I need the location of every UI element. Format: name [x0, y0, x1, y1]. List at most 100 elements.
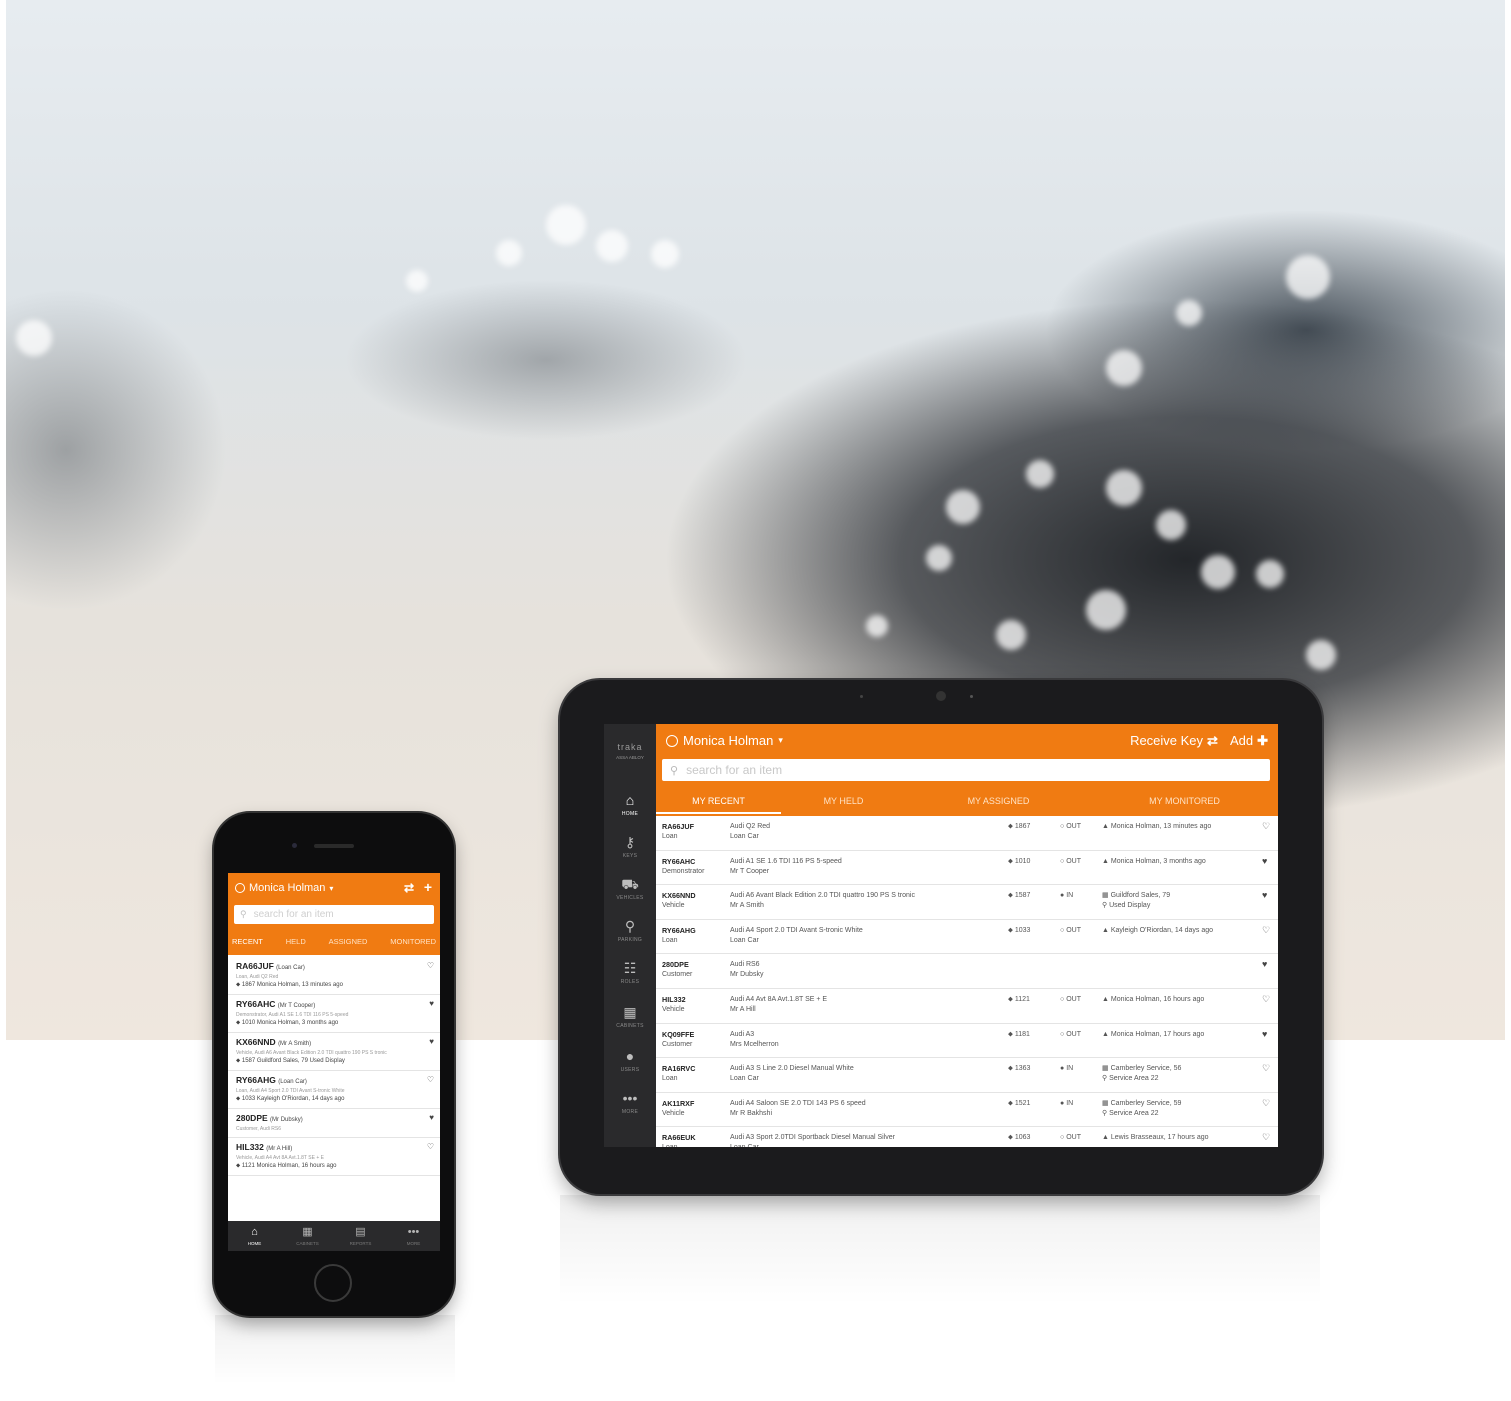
favorite-heart-icon[interactable]: ♡ [1262, 994, 1274, 1004]
table-row[interactable]: KQ09FFE Customer Audi A3 Mrs Mcelherron ⬥ 11… [656, 1024, 1278, 1059]
sidebar-item-parking[interactable]: ⚲ PARKING [604, 918, 656, 943]
tab-recent[interactable]: RECENT [232, 935, 263, 953]
search-input[interactable] [684, 762, 1189, 778]
key-cell: ⬥ 1867 [1008, 822, 1050, 832]
user-menu[interactable]: Monica Holman ▾ [235, 882, 333, 894]
bottom-nav-reports[interactable]: ▤ REPORTS [334, 1221, 387, 1251]
table-row[interactable]: HIL332 Vehicle Audi A4 Avt 8A Avt.1.8T SE … [656, 989, 1278, 1024]
home-button[interactable] [314, 1264, 352, 1302]
favorite-heart-icon[interactable]: ♥ [1262, 1029, 1274, 1039]
add-button[interactable]: Add ✚ [1230, 733, 1268, 749]
favorite-heart-icon[interactable]: ♡ [1262, 821, 1274, 831]
key-cell: ⬥ 1587 [1008, 891, 1050, 901]
tab-my-held[interactable]: MY HELD [781, 792, 906, 814]
item-meta-text: 1010 Monica Holman, 3 months ago [241, 1020, 339, 1026]
list-item[interactable]: KX66NND (Mr A Smith) Vehicle, Audi A6 Ava… [228, 1033, 440, 1071]
search-input[interactable] [251, 908, 416, 921]
list-item[interactable]: RY66AHC (Mr T Cooper) Demonstrator, Audi … [228, 995, 440, 1033]
tab-assigned[interactable]: ASSIGNED [329, 935, 368, 953]
item-subtitle: Loan, Audi Q2 Red [236, 974, 279, 980]
tab-held[interactable]: HELD [286, 935, 306, 953]
item-owner: Mr A Smith [730, 902, 764, 910]
sidebar-item-vehicles[interactable]: ⛟ VEHICLES [604, 876, 656, 901]
table-row[interactable]: 280DPE Customer Audi RS6 Mr Dubsky ♥ [656, 954, 1278, 989]
tab-my-monitored[interactable]: MY MONITORED [1091, 792, 1278, 814]
favorite-heart-icon[interactable]: ♥ [1262, 890, 1274, 900]
bottom-nav-label: HOME [247, 1241, 262, 1246]
sidebar-item-users[interactable]: ● USERS [604, 1048, 656, 1073]
receive-key-button[interactable]: ⇄ [404, 881, 414, 895]
bottom-nav-more[interactable]: ••• MORE [387, 1221, 440, 1251]
holder-cell: ▲ Kayleigh O'Riordan, 14 days ago [1102, 926, 1252, 936]
tab-my-assigned[interactable]: MY ASSIGNED [906, 792, 1091, 814]
status-cell: ● IN [1060, 1064, 1100, 1074]
bottom-nav-home[interactable]: ⌂ HOME [228, 1221, 281, 1251]
key-number: 1867 [1014, 823, 1031, 830]
favorite-heart-icon[interactable]: ♥ [1262, 959, 1274, 969]
favorite-heart-icon[interactable]: ♡ [1262, 1098, 1274, 1108]
item-type: Demonstrator [662, 867, 705, 875]
add-button[interactable]: + [424, 879, 432, 895]
sidebar-item-cabinets[interactable]: ▦ CABINETS [604, 1004, 656, 1029]
tablet-reflection [560, 1195, 1320, 1305]
sidebar-item-label: USERS [620, 1067, 640, 1073]
tag-icon: ⬥ [1008, 1030, 1015, 1038]
header: Monica Holman ▾ ⇄ + ⚲ RECENT HELD ASSIGN… [228, 873, 440, 955]
favorite-heart-icon[interactable]: ♡ [427, 1075, 434, 1084]
table-row[interactable]: RA16RVC Loan Audi A3 S Line 2.0 Diesel Man… [656, 1058, 1278, 1093]
location-text: Service Area 22 [1109, 1109, 1159, 1117]
table-row[interactable]: RA66EUKLoan Audi A3 Sport 2.0TDI Sportbac… [656, 1127, 1278, 1147]
key-number: 1521 [1014, 1099, 1031, 1107]
favorite-heart-icon[interactable]: ♡ [427, 1142, 434, 1151]
holder-cell: ▦ Guildford Sales, 79 ⚲ Used Display [1102, 891, 1252, 911]
tag-icon: ⬥ [1008, 1134, 1015, 1142]
sidebar-item-roles[interactable]: ☷ ROLES [604, 960, 656, 985]
table-row[interactable]: AK11RXF Vehicle Audi A4 Saloon SE 2.0 TDI … [656, 1093, 1278, 1128]
list-item[interactable]: HIL332 (Mr A Hill) Vehicle, Audi A4 Avt 8… [228, 1138, 440, 1176]
item-description: Audi Q2 Red [730, 823, 771, 830]
sidebar-item-keys[interactable]: ⚷ KEYS [604, 834, 656, 859]
receive-key-button[interactable]: Receive Key ⇄ [1130, 733, 1218, 749]
bottom-nav-label: REPORTS [349, 1241, 372, 1246]
favorite-heart-icon[interactable]: ♡ [1262, 1063, 1274, 1073]
item-subtitle: Vehicle, Audi A4 Avt 8A Avt.1.8T SE + E [236, 1155, 324, 1161]
sidebar-item-label: KEYS [622, 853, 638, 859]
key-status: OUT [1066, 1030, 1081, 1038]
users-group-icon: ☷ [623, 960, 637, 976]
tab-my-recent[interactable]: MY RECENT [656, 792, 781, 814]
user-icon: ▲ [1102, 1030, 1111, 1038]
user-icon: ▲ [1102, 1134, 1111, 1142]
list-item[interactable]: 280DPE (Mr Dubsky) Customer, Audi RS6 ♥ [228, 1109, 440, 1138]
list-item[interactable]: RA66JUF (Loan Car) Loan, Audi Q2 Red ⬥ 186… [228, 957, 440, 995]
item-holder: (Mr Dubsky) [270, 1117, 303, 1123]
favorite-heart-icon[interactable]: ♥ [429, 1113, 434, 1122]
favorite-heart-icon[interactable]: ♡ [427, 961, 434, 970]
favorite-heart-icon[interactable]: ♡ [1262, 1132, 1274, 1142]
sidebar-item-home[interactable]: ⌂ HOME [604, 792, 656, 817]
user-menu[interactable]: Monica Holman ▾ [666, 733, 783, 748]
item-id-cell: RA16RVC Loan [662, 1064, 724, 1084]
phone-screen: Monica Holman ▾ ⇄ + ⚲ RECENT HELD ASSIGN… [228, 873, 440, 1251]
favorite-heart-icon[interactable]: ♥ [1262, 856, 1274, 866]
item-id-cell: KQ09FFE Customer [662, 1030, 724, 1050]
description-cell: Audi Q2 Red Loan Car [730, 822, 1000, 842]
sidebar-item-more[interactable]: ••• MORE [604, 1090, 656, 1115]
item-holder: (Loan Car) [278, 1079, 307, 1085]
key-number: 1063 [1014, 1134, 1031, 1142]
caret-down-icon: ▾ [329, 883, 334, 893]
favorite-heart-icon[interactable]: ♡ [1262, 925, 1274, 935]
item-id: AK11RXF [662, 1098, 695, 1108]
swap-icon: ⇄ [1207, 733, 1218, 748]
key-status: OUT [1066, 926, 1081, 934]
table-row[interactable]: RY66AHC Demonstrator Audi A1 SE 1.6 TDI 11… [656, 851, 1278, 886]
tab-monitored[interactable]: MONITORED [390, 935, 436, 953]
bottom-nav-cabinets[interactable]: ▦ CABINETS [281, 1221, 334, 1251]
favorite-heart-icon[interactable]: ♥ [429, 999, 434, 1008]
table-row[interactable]: RY66AHG Loan Audi A4 Sport 2.0 TDI Avant S… [656, 920, 1278, 955]
favorite-heart-icon[interactable]: ♥ [429, 1037, 434, 1046]
user-circle-icon [666, 734, 678, 747]
list-item[interactable]: RY66AHG (Loan Car) Loan, Audi A4 Sport 2.… [228, 1071, 440, 1109]
tablet-screen: traka ASSA ABLOY ⌂ HOME ⚷ KEYS ⛟ VEHICLE… [604, 724, 1278, 1147]
table-row[interactable]: KX66NND Vehicle Audi A6 Avant Black Editio… [656, 885, 1278, 920]
table-row[interactable]: RA66JUF Loan Audi Q2 Red Loan Car ⬥ 1867 ○ OU… [656, 816, 1278, 851]
